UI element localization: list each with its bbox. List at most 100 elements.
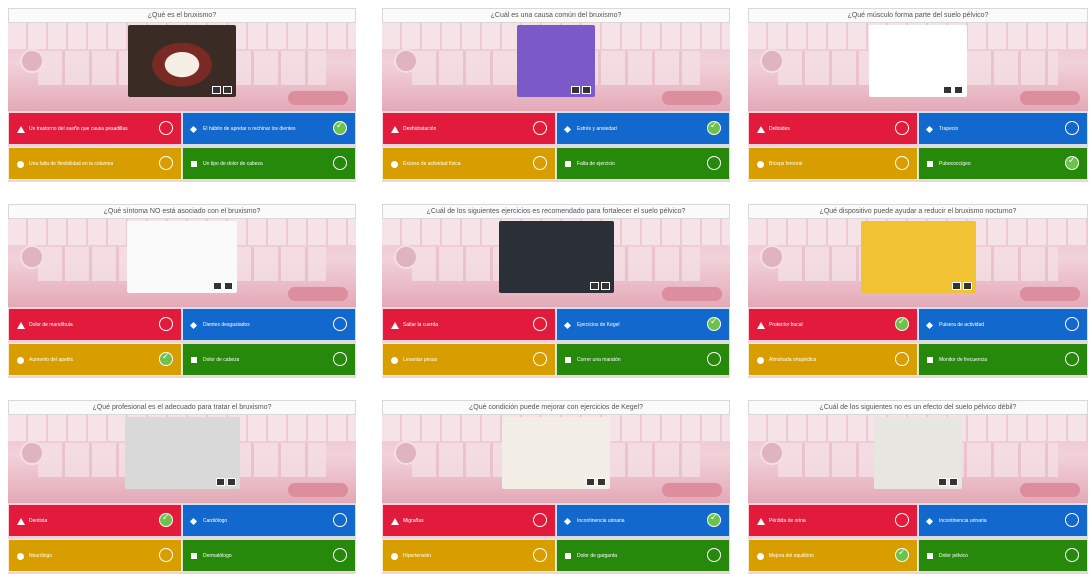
answer-blue[interactable]: Ejercicios de Kegel [556,308,730,341]
quiz-card[interactable]: ¿Cuál de los siguientes no es un efecto … [748,400,1088,574]
answer-green[interactable]: Dolor pélvico [918,539,1088,572]
image-controls[interactable] [571,86,591,94]
answer-green[interactable]: Dermatólogo [182,539,356,572]
answer-radio[interactable] [707,156,721,170]
quiz-card[interactable]: ¿Qué síntoma NO está asociado con el bru… [8,204,356,378]
answer-radio[interactable] [1065,513,1079,527]
answer-radio[interactable] [1065,121,1079,135]
answer-yellow[interactable]: Bíceps femoral [748,147,918,180]
expand-icon[interactable] [954,86,963,94]
answer-radio[interactable] [533,548,547,562]
image-controls[interactable] [213,282,233,290]
answer-radio[interactable] [707,352,721,366]
quiz-card[interactable]: ¿Qué músculo forma parte del suelo pélvi… [748,8,1088,182]
answer-green[interactable]: Monitor de frecuencia [918,343,1088,376]
expand-icon[interactable] [962,282,972,290]
answer-green[interactable]: Correr una maratón [556,343,730,376]
answer-radio[interactable] [1065,352,1079,366]
zoom-icon[interactable] [215,478,225,486]
quiz-card[interactable]: ¿Qué profesional es el adecuado para tra… [8,400,356,574]
correct-check-icon[interactable] [333,121,347,135]
quiz-card[interactable]: ¿Qué dispositivo puede ayudar a reducir … [748,204,1088,378]
answer-radio[interactable] [333,513,347,527]
answer-green[interactable]: Dolor de garganta [556,539,730,572]
quiz-card[interactable]: ¿Qué condición puede mejorar con ejercic… [382,400,730,574]
answer-blue[interactable]: Incontinencia urinaria [556,504,730,537]
answer-radio[interactable] [707,548,721,562]
answer-blue[interactable]: El hábito de apretar o rechinar los dien… [182,112,356,145]
image-controls[interactable] [938,478,958,486]
answer-radio[interactable] [895,513,909,527]
answer-radio[interactable] [333,548,347,562]
answer-red[interactable]: Migrañas [382,504,556,537]
answer-radio[interactable] [895,121,909,135]
correct-check-icon[interactable] [1065,156,1079,170]
answer-blue[interactable]: Trapecio [918,112,1088,145]
answer-yellow[interactable]: Mejora del equilibrio [748,539,918,572]
answer-red[interactable]: Un trastorno del sueño que causa pesadil… [8,112,182,145]
answer-blue[interactable]: Incontinencia urinaria [918,504,1088,537]
answer-yellow[interactable]: Levantar pesas [382,343,556,376]
answer-green[interactable]: Falta de ejercicio [556,147,730,180]
answer-radio[interactable] [533,121,547,135]
quiz-card[interactable]: ¿Cuál de los siguientes ejercicios es re… [382,204,730,378]
zoom-icon[interactable] [586,478,595,486]
answer-green[interactable]: Un tipo de dolor de cabeza [182,147,356,180]
answer-radio[interactable] [333,156,347,170]
answer-radio[interactable] [533,513,547,527]
answer-blue[interactable]: Dientes desgastados [182,308,356,341]
expand-icon[interactable] [597,478,606,486]
answer-radio[interactable] [895,156,909,170]
answer-red[interactable]: Dentista [8,504,182,537]
correct-check-icon[interactable] [159,513,173,527]
answer-radio[interactable] [159,317,173,331]
correct-check-icon[interactable] [707,513,721,527]
expand-icon[interactable] [224,282,233,290]
answer-blue[interactable]: Pulsera de actividad [918,308,1088,341]
answer-radio[interactable] [1065,317,1079,331]
quiz-card[interactable]: ¿Qué es el bruxismo? Un trastorno del sue… [8,8,356,182]
image-controls[interactable] [212,86,232,94]
correct-check-icon[interactable] [895,548,909,562]
answer-radio[interactable] [533,317,547,331]
quiz-card[interactable]: ¿Cuál es una causa común del bruxismo? De… [382,8,730,182]
answer-radio[interactable] [533,352,547,366]
expand-icon[interactable] [223,86,232,94]
zoom-icon[interactable] [943,86,952,94]
answer-red[interactable]: Deltoides [748,112,918,145]
correct-check-icon[interactable] [159,352,173,366]
answer-yellow[interactable]: Una falta de flexibilidad en la columna [8,147,182,180]
zoom-icon[interactable] [589,282,599,290]
zoom-icon[interactable] [938,478,947,486]
answer-red[interactable]: Pérdida de orina [748,504,918,537]
answer-blue[interactable]: Cardiólogo [182,504,356,537]
answer-yellow[interactable]: Almohada ortopédica [748,343,918,376]
answer-green[interactable]: Dolor de cabeza [182,343,356,376]
answer-radio[interactable] [895,352,909,366]
correct-check-icon[interactable] [707,121,721,135]
zoom-icon[interactable] [571,86,580,94]
expand-icon[interactable] [600,282,610,290]
answer-yellow[interactable]: Neurólogo [8,539,182,572]
correct-check-icon[interactable] [707,317,721,331]
expand-icon[interactable] [582,86,591,94]
image-controls[interactable] [215,478,236,486]
zoom-icon[interactable] [212,86,221,94]
answer-radio[interactable] [159,156,173,170]
zoom-icon[interactable] [951,282,961,290]
expand-icon[interactable] [949,478,958,486]
answer-radio[interactable] [1065,548,1079,562]
answer-radio[interactable] [333,317,347,331]
zoom-icon[interactable] [213,282,222,290]
answer-red[interactable]: Dolor de mandíbula [8,308,182,341]
answer-red[interactable]: Saltar la cuerda [382,308,556,341]
answer-green[interactable]: Pubococcígeo [918,147,1088,180]
answer-radio[interactable] [159,548,173,562]
answer-red[interactable]: Deshidratación [382,112,556,145]
answer-yellow[interactable]: Aumento del apetito [8,343,182,376]
answer-yellow[interactable]: Hipertensión [382,539,556,572]
answer-radio[interactable] [533,156,547,170]
answer-radio[interactable] [333,352,347,366]
answer-yellow[interactable]: Exceso de actividad física [382,147,556,180]
image-controls[interactable] [951,282,972,290]
